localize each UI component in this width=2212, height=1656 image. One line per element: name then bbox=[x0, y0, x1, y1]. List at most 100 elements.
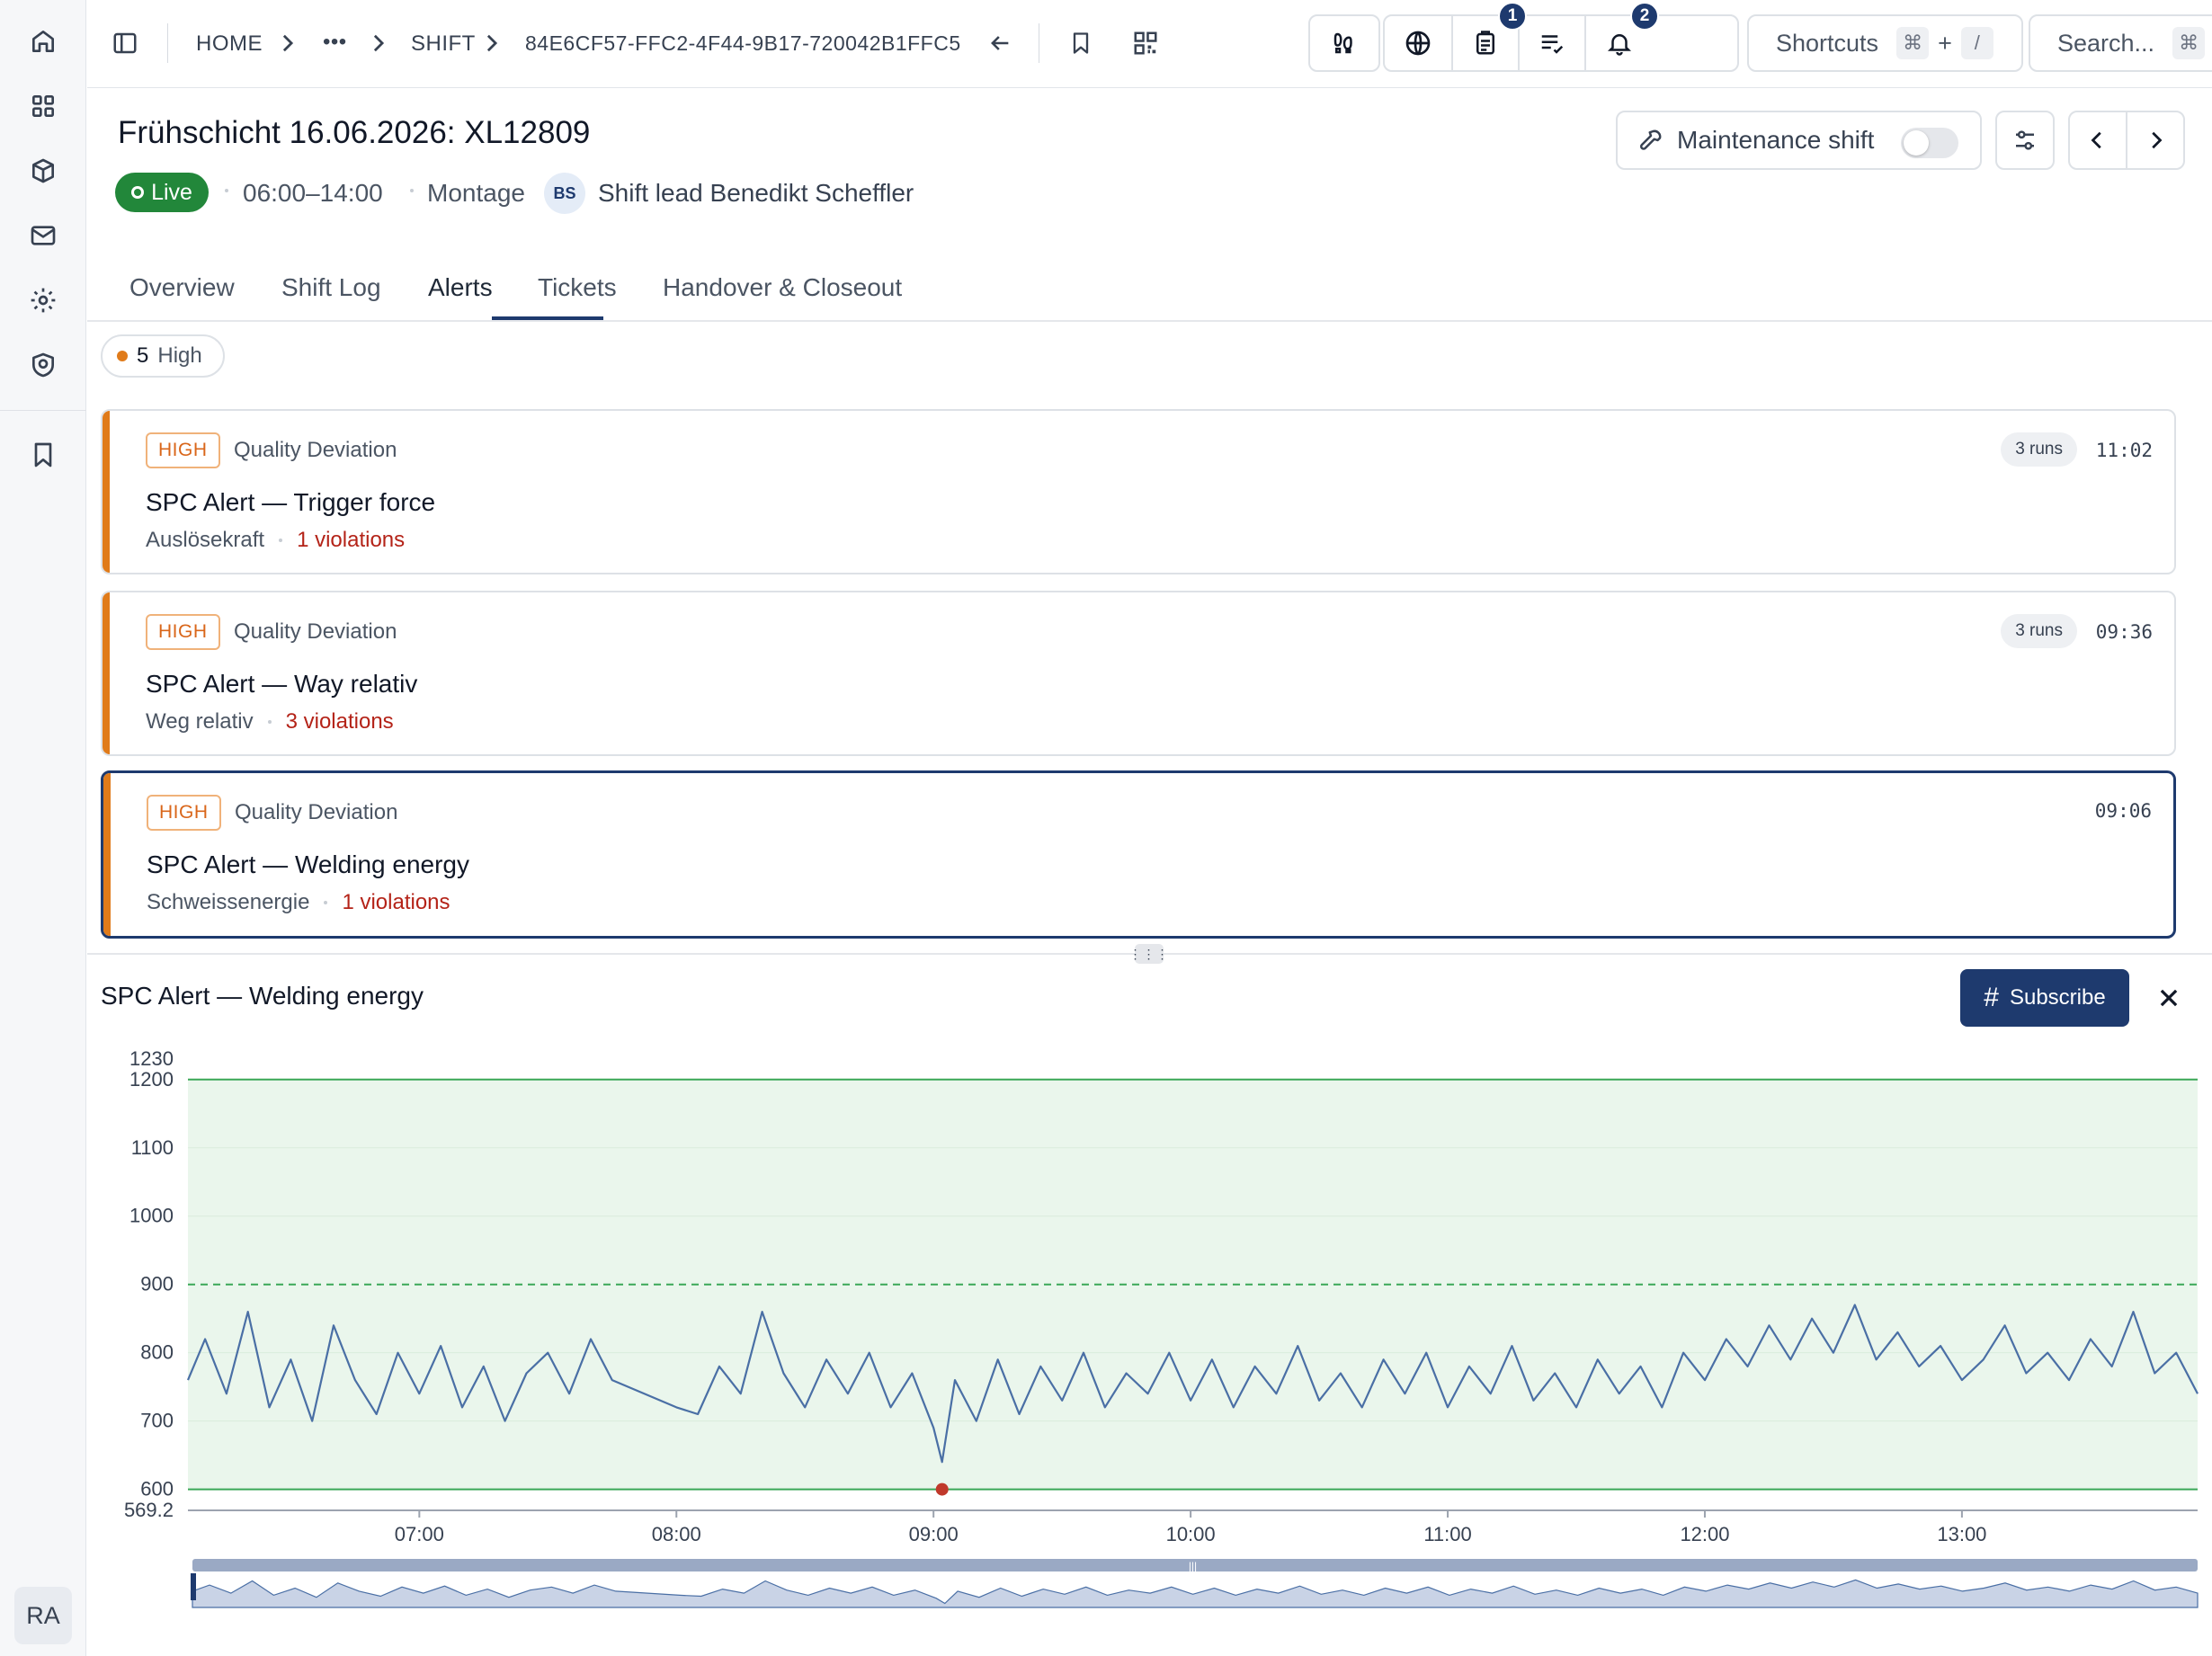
breadcrumb-home[interactable]: HOME bbox=[196, 31, 263, 57]
hash-icon: # bbox=[1984, 983, 1999, 1012]
alert-time: 09:36 bbox=[2095, 621, 2153, 643]
globe-icon bbox=[1405, 31, 1431, 56]
drag-handle-icon[interactable]: ⋮⋮⋮ bbox=[1129, 944, 1169, 964]
breadcrumb-ellipsis[interactable]: ••• bbox=[323, 30, 347, 55]
live-dot-icon bbox=[131, 186, 145, 199]
separator-dot bbox=[225, 189, 228, 192]
navigator-handle bbox=[191, 1573, 196, 1600]
back-arrow-icon[interactable] bbox=[982, 25, 1018, 61]
y-tick-label: 900 bbox=[140, 1273, 174, 1295]
breadcrumb-shift[interactable]: SHIFT bbox=[411, 31, 476, 57]
alert-card[interactable]: HIGH Quality Deviation SPC Alert — Trigg… bbox=[101, 409, 2176, 574]
breadcrumb-shift-id[interactable]: 84E6CF57-FFC2-4F44-9B17-720042B1FFC5 bbox=[525, 31, 961, 56]
alert-violations: 1 violations bbox=[297, 528, 406, 552]
home-icon[interactable] bbox=[25, 23, 61, 59]
alert-parameter: Schweissenergie bbox=[147, 890, 310, 914]
checklist-icon bbox=[1541, 35, 1564, 54]
runs-badge: 3 runs bbox=[2001, 614, 2077, 648]
plus-label: + bbox=[1938, 29, 1952, 57]
filter-count: 5 bbox=[137, 343, 149, 368]
chevron-left-icon bbox=[2091, 131, 2101, 149]
alert-title: SPC Alert — Way relativ bbox=[146, 670, 418, 698]
footsteps-icon bbox=[1310, 16, 1378, 70]
alert-parameter: Auslösekraft bbox=[146, 528, 265, 552]
globe-button[interactable] bbox=[1385, 16, 1453, 70]
shield-icon[interactable] bbox=[25, 347, 61, 383]
alert-card-selected[interactable]: HIGH Quality Deviation SPC Alert — Weldi… bbox=[101, 770, 2176, 939]
chevron-right-icon bbox=[370, 30, 388, 57]
close-icon bbox=[2160, 989, 2178, 1007]
spc-chart: 12301200 1100 1000 900 800 700 600569.2 07:00 08… bbox=[124, 1050, 2199, 1608]
bell-icon bbox=[1607, 34, 1632, 56]
lead-avatar: BS bbox=[544, 173, 585, 214]
cube-icon[interactable] bbox=[25, 153, 61, 189]
checklist-button[interactable] bbox=[1520, 16, 1586, 70]
chevron-right-icon bbox=[279, 30, 297, 57]
footsteps-button[interactable] bbox=[1308, 14, 1380, 72]
cmd-key: ⌘ bbox=[2172, 27, 2206, 59]
subscribe-button[interactable]: # Subscribe bbox=[1960, 969, 2129, 1027]
settings-sliders-button[interactable] bbox=[1995, 111, 2055, 170]
grid-icon[interactable] bbox=[25, 88, 61, 124]
severity-badge: HIGH bbox=[146, 432, 220, 468]
search-button[interactable]: Search... ⌘ + K bbox=[2029, 14, 2212, 72]
y-tick-label: 1000 bbox=[129, 1205, 174, 1227]
alert-violations: 1 violations bbox=[342, 890, 450, 914]
tab-tickets[interactable]: Tickets bbox=[538, 273, 617, 302]
spec-band bbox=[188, 1079, 2198, 1490]
bookmark-icon[interactable] bbox=[1063, 25, 1099, 61]
active-tab-indicator bbox=[492, 316, 603, 320]
alert-category: Quality Deviation bbox=[234, 619, 397, 644]
severity-bar bbox=[103, 592, 110, 754]
status-badge: Live bbox=[115, 173, 209, 212]
alert-parameter: Weg relativ bbox=[146, 709, 254, 734]
toolbar-group bbox=[1383, 14, 1739, 72]
alert-card[interactable]: HIGH Quality Deviation SPC Alert — Way r… bbox=[101, 591, 2176, 756]
sidebar: RA bbox=[0, 0, 86, 1656]
violation-point bbox=[935, 1482, 949, 1496]
y-tick-label: 600 bbox=[140, 1478, 174, 1500]
tab-shift-log[interactable]: Shift Log bbox=[281, 273, 381, 302]
qr-code-icon[interactable] bbox=[1128, 25, 1164, 61]
previous-button[interactable] bbox=[2070, 112, 2127, 168]
severity-filter-chip[interactable]: 5 High bbox=[101, 334, 225, 378]
tab-handover-closeout[interactable]: Handover & Closeout bbox=[663, 273, 902, 302]
high-dot-icon bbox=[117, 351, 128, 361]
alert-category: Quality Deviation bbox=[235, 800, 398, 824]
search-label: Search... bbox=[2057, 29, 2155, 57]
gear-icon[interactable] bbox=[25, 282, 61, 318]
y-tick-label: 1100 bbox=[131, 1136, 174, 1159]
status-label: Live bbox=[151, 179, 192, 205]
next-button[interactable] bbox=[2127, 112, 2183, 168]
filter-label: High bbox=[157, 343, 202, 368]
shortcuts-button[interactable]: Shortcuts ⌘ + / bbox=[1747, 14, 2023, 72]
maintenance-label: Maintenance shift bbox=[1677, 126, 1875, 154]
tab-alerts[interactable]: Alerts bbox=[428, 273, 493, 302]
alert-time: 11:02 bbox=[2095, 440, 2153, 461]
y-tick-label: 569.2 bbox=[124, 1499, 174, 1521]
y-tick-label: 700 bbox=[140, 1410, 174, 1432]
alert-subline: Auslösekraft 1 violations bbox=[146, 528, 405, 553]
severity-bar bbox=[103, 411, 110, 573]
close-detail-button[interactable] bbox=[2151, 980, 2187, 1016]
subscribe-label: Subscribe bbox=[2009, 985, 2106, 1010]
tab-overview[interactable]: Overview bbox=[129, 273, 235, 302]
tab-bar: Overview Shift Log Alerts Tickets Handov… bbox=[87, 261, 2212, 322]
maintenance-shift-toggle[interactable]: Maintenance shift bbox=[1616, 111, 1982, 170]
x-tick-label: 11:00 bbox=[1423, 1523, 1471, 1545]
shortcuts-label: Shortcuts bbox=[1776, 29, 1879, 57]
runs-badge: 3 runs bbox=[2001, 432, 2077, 467]
sliders-icon bbox=[2016, 130, 2034, 150]
separator-dot bbox=[410, 189, 414, 192]
sidebar-toggle-icon[interactable] bbox=[107, 25, 143, 61]
maintenance-switch[interactable] bbox=[1901, 128, 1958, 158]
alert-subline: Weg relativ 3 violations bbox=[146, 709, 394, 735]
alert-title: SPC Alert — Welding energy bbox=[147, 850, 469, 878]
user-avatar[interactable]: RA bbox=[14, 1587, 72, 1644]
bookmark-icon[interactable] bbox=[25, 437, 61, 473]
mail-icon[interactable] bbox=[25, 218, 61, 254]
slash-key: / bbox=[1960, 27, 1993, 59]
navigator-grip-icon: ||| bbox=[1189, 1560, 1197, 1572]
shift-line: Montage bbox=[427, 179, 525, 207]
wrench-icon bbox=[1637, 127, 1664, 154]
